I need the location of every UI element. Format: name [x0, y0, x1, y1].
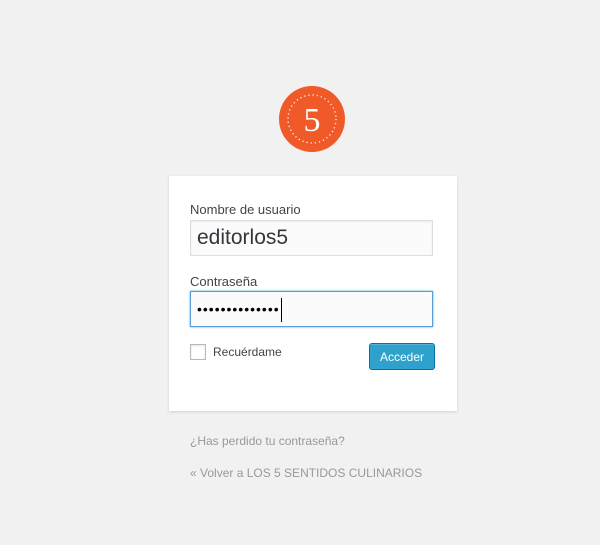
password-input[interactable]: ••••••••••••••: [190, 291, 433, 327]
remember-checkbox[interactable]: [190, 344, 206, 360]
back-to-site-link[interactable]: « Volver a LOS 5 SENTIDOS CULINARIOS: [190, 466, 422, 480]
password-value: ••••••••••••••: [197, 301, 280, 317]
lost-password-link[interactable]: ¿Has perdido tu contraseña?: [190, 434, 345, 448]
username-input[interactable]: editorlos5: [190, 220, 433, 256]
login-button[interactable]: Acceder: [369, 343, 435, 370]
logo-text: 5: [304, 102, 321, 139]
text-caret: [280, 298, 282, 323]
password-label: Contraseña: [190, 274, 258, 289]
login-form: Nombre de usuario editorlos5 Contraseña …: [169, 176, 457, 411]
remember-me[interactable]: Recuérdame: [190, 344, 282, 360]
site-logo[interactable]: 5: [278, 85, 346, 153]
username-label: Nombre de usuario: [190, 202, 301, 217]
username-value: editorlos5: [197, 226, 289, 249]
site-logo-icon: 5: [279, 86, 345, 152]
remember-label: Recuérdame: [213, 345, 282, 359]
